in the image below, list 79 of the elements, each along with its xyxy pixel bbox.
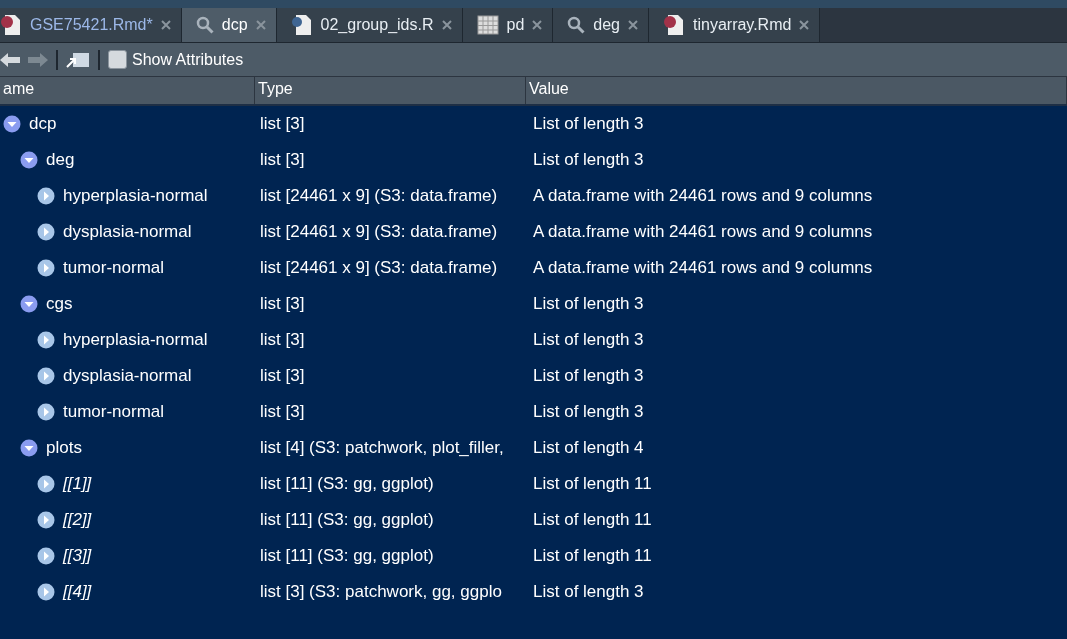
object-name: tumor-normal xyxy=(63,258,165,278)
expand-toggle-icon[interactable] xyxy=(37,511,55,529)
column-header[interactable]: ame xyxy=(0,77,255,104)
search-icon xyxy=(195,16,214,34)
value-cell-text: List of length 3 xyxy=(532,366,645,386)
close-icon[interactable] xyxy=(799,20,810,30)
rmd-file-icon xyxy=(0,14,22,36)
object-name: [[1]] xyxy=(63,474,92,494)
expand-toggle-icon[interactable] xyxy=(37,403,55,421)
object-name: [[3]] xyxy=(63,546,92,566)
value-cell-text: List of length 11 xyxy=(532,546,653,566)
collapse-toggle-icon[interactable] xyxy=(3,115,21,133)
type-cell-text: list [24461 x 9] (S3: data.frame) xyxy=(259,222,499,242)
value-cell-text: List of length 3 xyxy=(532,150,645,170)
object-name: deg xyxy=(46,150,75,170)
type-cell-text: list [3] xyxy=(259,114,306,134)
type-cell-text: list [3] xyxy=(259,402,306,422)
rmd-file-icon xyxy=(663,14,685,36)
table-icon xyxy=(476,15,499,35)
object-name: hyperplasia-normal xyxy=(63,186,208,206)
collapse-toggle-icon[interactable] xyxy=(20,439,38,457)
expand-toggle-icon[interactable] xyxy=(37,187,55,205)
popout-icon[interactable] xyxy=(66,50,90,69)
value-cell-text: List of length 3 xyxy=(532,402,645,422)
search-icon xyxy=(567,16,586,34)
object-name: hyperplasia-normal xyxy=(63,330,208,350)
object-name: [[2]] xyxy=(63,510,92,530)
type-cell-text: list [24461 x 9] (S3: data.frame) xyxy=(259,186,499,206)
value-cell-text: List of length 3 xyxy=(532,330,645,350)
collapse-toggle-icon[interactable] xyxy=(20,295,38,313)
object-name: dcp xyxy=(29,114,57,134)
object-name: [[4]] xyxy=(63,582,92,602)
editor-tab[interactable]: tinyarray.Rmd xyxy=(649,8,821,42)
editor-tab[interactable]: deg xyxy=(553,8,649,42)
value-cell-text: List of length 11 xyxy=(532,510,653,530)
value-cell-text: List of length 3 xyxy=(532,114,645,134)
expand-toggle-icon[interactable] xyxy=(37,547,55,565)
column-header[interactable]: Type xyxy=(255,77,526,104)
object-name: dysplasia-normal xyxy=(63,366,192,386)
r-file-icon xyxy=(290,14,313,36)
collapse-toggle-icon[interactable] xyxy=(20,151,38,169)
expand-toggle-icon[interactable] xyxy=(37,475,55,493)
close-icon[interactable] xyxy=(441,20,452,30)
column-header[interactable]: Value xyxy=(526,77,1067,104)
close-icon[interactable] xyxy=(532,20,543,30)
editor-tab[interactable]: pd xyxy=(462,8,554,42)
expand-toggle-icon[interactable] xyxy=(37,331,55,349)
value-cell-text: A data.frame with 24461 rows and 9 columns xyxy=(532,258,874,278)
back-arrow-icon[interactable] xyxy=(0,51,20,68)
object-name: tumor-normal xyxy=(63,402,165,422)
type-cell-text: list [3] (S3: patchwork, gg, ggplo xyxy=(259,582,503,602)
type-cell-text: list [4] (S3: patchwork, plot_filler, xyxy=(259,438,505,458)
object-name: cgs xyxy=(46,294,73,314)
value-cell-text: A data.frame with 24461 rows and 9 columns xyxy=(532,222,874,242)
expand-toggle-icon[interactable] xyxy=(37,223,55,241)
close-icon[interactable] xyxy=(628,20,638,30)
type-cell-text: list [3] xyxy=(259,366,306,386)
object-name: dysplasia-normal xyxy=(63,222,192,242)
type-cell-text: list [3] xyxy=(259,294,306,314)
value-cell-text: A data.frame with 24461 rows and 9 columns xyxy=(532,186,874,206)
value-cell-text: List of length 4 xyxy=(532,438,645,458)
value-cell-text: List of length 3 xyxy=(532,294,645,314)
value-cell-text: List of length 3 xyxy=(532,582,645,602)
type-cell-text: list [11] (S3: gg, ggplot) xyxy=(259,510,435,530)
type-cell-text: list [3] xyxy=(259,150,306,170)
type-cell-text: list [24461 x 9] (S3: data.frame) xyxy=(259,258,499,278)
editor-tab[interactable]: GSE75421.Rmd* xyxy=(0,8,182,42)
close-icon[interactable] xyxy=(160,20,171,30)
expand-toggle-icon[interactable] xyxy=(37,259,55,277)
editor-tab[interactable]: dcp xyxy=(181,8,277,42)
editor-tab[interactable]: 02_group_ids.R xyxy=(276,8,463,42)
show-attributes-checkbox[interactable]: Show Attributes xyxy=(108,50,244,69)
type-cell-text: list [11] (S3: gg, ggplot) xyxy=(259,546,435,566)
type-cell-text: list [3] xyxy=(259,330,306,350)
value-cell-text: List of length 11 xyxy=(532,474,653,494)
expand-toggle-icon[interactable] xyxy=(37,583,55,601)
type-cell-text: list [11] (S3: gg, ggplot) xyxy=(259,474,435,494)
expand-toggle-icon[interactable] xyxy=(37,367,55,385)
object-name: plots xyxy=(46,438,82,458)
